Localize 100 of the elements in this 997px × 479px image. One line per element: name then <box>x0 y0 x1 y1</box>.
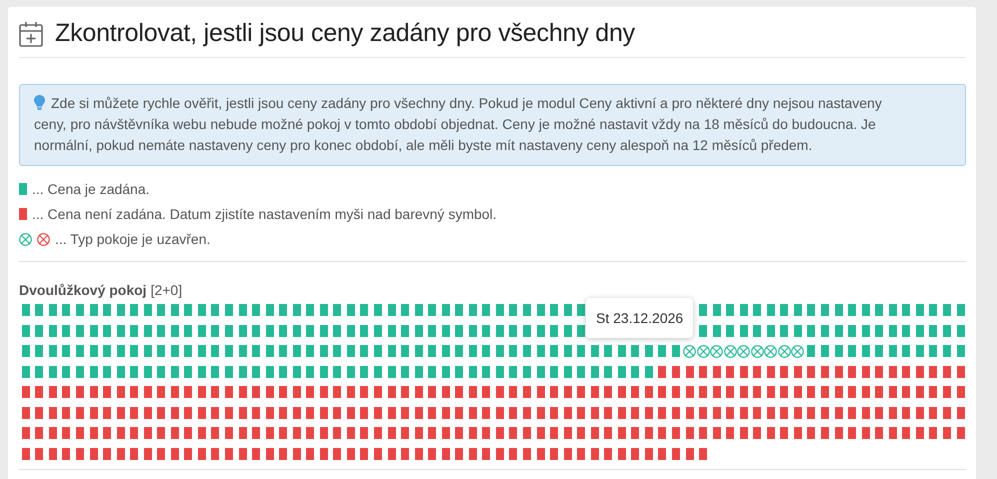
price-missing-mark[interactable] <box>712 386 721 398</box>
price-set-mark[interactable] <box>184 304 192 316</box>
price-missing-mark[interactable] <box>292 386 301 398</box>
price-set-mark[interactable] <box>22 304 30 316</box>
price-missing-mark[interactable] <box>686 448 694 460</box>
price-missing-mark[interactable] <box>550 386 558 398</box>
price-set-mark[interactable] <box>401 324 410 336</box>
price-set-mark[interactable] <box>618 345 626 357</box>
price-missing-mark[interactable] <box>726 386 734 398</box>
price-set-mark[interactable] <box>170 345 179 357</box>
price-missing-mark[interactable] <box>631 386 640 398</box>
price-set-mark[interactable] <box>536 324 545 336</box>
price-missing-mark[interactable] <box>468 448 477 460</box>
price-missing-mark[interactable] <box>374 386 382 398</box>
price-set-mark[interactable] <box>455 366 464 378</box>
price-missing-mark[interactable] <box>848 366 856 378</box>
price-set-mark[interactable] <box>360 345 368 357</box>
price-missing-mark[interactable] <box>401 386 410 398</box>
price-set-mark[interactable] <box>211 324 220 336</box>
price-set-mark[interactable] <box>76 324 84 336</box>
price-missing-mark[interactable] <box>942 386 951 398</box>
price-missing-mark[interactable] <box>266 448 274 460</box>
price-missing-mark[interactable] <box>848 386 856 398</box>
price-set-mark[interactable] <box>292 366 301 378</box>
price-missing-mark[interactable] <box>35 386 44 398</box>
price-missing-mark[interactable] <box>509 386 518 398</box>
price-set-mark[interactable] <box>48 304 57 316</box>
price-set-mark[interactable] <box>550 345 558 357</box>
price-missing-mark[interactable] <box>902 427 910 439</box>
price-missing-mark[interactable] <box>862 406 870 418</box>
price-missing-mark[interactable] <box>564 448 572 460</box>
price-set-mark[interactable] <box>414 324 423 336</box>
price-missing-mark[interactable] <box>916 366 924 378</box>
price-set-mark[interactable] <box>224 324 233 336</box>
price-missing-mark[interactable] <box>306 448 314 460</box>
price-set-mark[interactable] <box>76 345 84 357</box>
price-missing-mark[interactable] <box>496 427 504 439</box>
price-missing-mark[interactable] <box>90 406 98 418</box>
price-set-mark[interactable] <box>211 304 220 316</box>
price-set-mark[interactable] <box>360 324 368 336</box>
price-missing-mark[interactable] <box>631 427 640 439</box>
price-set-mark[interactable] <box>116 324 125 336</box>
price-missing-mark[interactable] <box>590 427 599 439</box>
price-set-mark[interactable] <box>712 304 721 316</box>
price-set-mark[interactable] <box>468 345 477 357</box>
price-set-mark[interactable] <box>496 345 504 357</box>
price-set-mark[interactable] <box>198 324 206 336</box>
price-set-mark[interactable] <box>374 366 382 378</box>
price-missing-mark[interactable] <box>22 406 30 418</box>
price-set-mark[interactable] <box>455 304 464 316</box>
price-missing-mark[interactable] <box>686 366 694 378</box>
price-missing-mark[interactable] <box>916 406 924 418</box>
price-set-mark[interactable] <box>346 366 355 378</box>
price-missing-mark[interactable] <box>170 448 179 460</box>
price-missing-mark[interactable] <box>292 448 301 460</box>
price-missing-mark[interactable] <box>211 448 220 460</box>
price-missing-mark[interactable] <box>157 386 166 398</box>
price-missing-mark[interactable] <box>482 448 490 460</box>
price-set-mark[interactable] <box>90 366 98 378</box>
price-missing-mark[interactable] <box>834 427 843 439</box>
price-set-mark[interactable] <box>428 304 436 316</box>
price-set-mark[interactable] <box>62 324 70 336</box>
price-missing-mark[interactable] <box>821 427 830 439</box>
price-missing-mark[interactable] <box>686 427 694 439</box>
price-set-mark[interactable] <box>224 304 233 316</box>
price-missing-mark[interactable] <box>672 406 680 418</box>
price-set-mark[interactable] <box>916 345 924 357</box>
price-set-mark[interactable] <box>956 324 964 336</box>
price-missing-mark[interactable] <box>333 427 342 439</box>
price-set-mark[interactable] <box>496 324 504 336</box>
price-missing-mark[interactable] <box>590 406 599 418</box>
price-set-mark[interactable] <box>929 324 938 336</box>
price-missing-mark[interactable] <box>224 427 233 439</box>
price-set-mark[interactable] <box>116 304 125 316</box>
price-missing-mark[interactable] <box>753 406 762 418</box>
price-missing-mark[interactable] <box>333 406 342 418</box>
price-missing-mark[interactable] <box>780 427 788 439</box>
price-set-mark[interactable] <box>468 304 477 316</box>
price-missing-mark[interactable] <box>320 427 328 439</box>
price-missing-mark[interactable] <box>468 427 477 439</box>
price-set-mark[interactable] <box>35 345 44 357</box>
price-set-mark[interactable] <box>536 366 545 378</box>
price-missing-mark[interactable] <box>658 386 666 398</box>
price-set-mark[interactable] <box>292 345 301 357</box>
price-missing-mark[interactable] <box>170 386 179 398</box>
price-set-mark[interactable] <box>346 324 355 336</box>
price-set-mark[interactable] <box>442 324 450 336</box>
price-set-mark[interactable] <box>170 366 179 378</box>
price-set-mark[interactable] <box>184 324 192 336</box>
price-set-mark[interactable] <box>564 345 572 357</box>
price-set-mark[interactable] <box>496 304 504 316</box>
price-missing-mark[interactable] <box>956 366 964 378</box>
price-missing-mark[interactable] <box>794 427 802 439</box>
price-missing-mark[interactable] <box>388 427 396 439</box>
price-set-mark[interactable] <box>184 366 192 378</box>
price-missing-mark[interactable] <box>414 448 423 460</box>
price-missing-mark[interactable] <box>618 448 626 460</box>
price-set-mark[interactable] <box>130 324 138 336</box>
price-set-mark[interactable] <box>712 324 721 336</box>
price-set-mark[interactable] <box>672 345 680 357</box>
